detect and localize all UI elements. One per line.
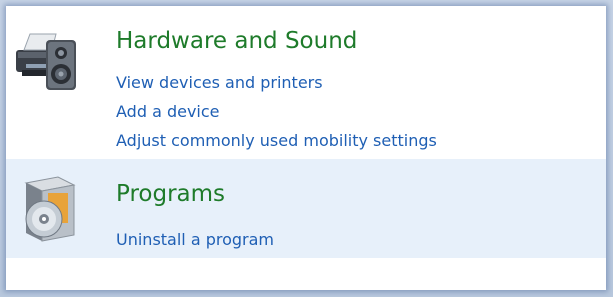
category-links: View devices and printers Add a device A…	[116, 68, 437, 155]
control-panel-window: Hardware and Sound View devices and prin…	[0, 0, 613, 297]
link-uninstall-a-program[interactable]: Uninstall a program	[116, 225, 274, 254]
printer-speaker-icon[interactable]	[12, 20, 88, 96]
category-links: Uninstall a program	[116, 225, 274, 254]
category-title[interactable]: Programs	[116, 181, 225, 207]
link-adjust-mobility-settings[interactable]: Adjust commonly used mobility settings	[116, 126, 437, 155]
link-view-devices-and-printers[interactable]: View devices and printers	[116, 68, 437, 97]
category-programs: Programs Uninstall a program	[6, 159, 606, 258]
category-hardware-and-sound: Hardware and Sound View devices and prin…	[6, 6, 606, 158]
programs-disc-icon[interactable]	[18, 173, 82, 245]
link-add-a-device[interactable]: Add a device	[116, 97, 437, 126]
category-title[interactable]: Hardware and Sound	[116, 28, 357, 54]
control-panel-category-list: Hardware and Sound View devices and prin…	[6, 6, 606, 290]
